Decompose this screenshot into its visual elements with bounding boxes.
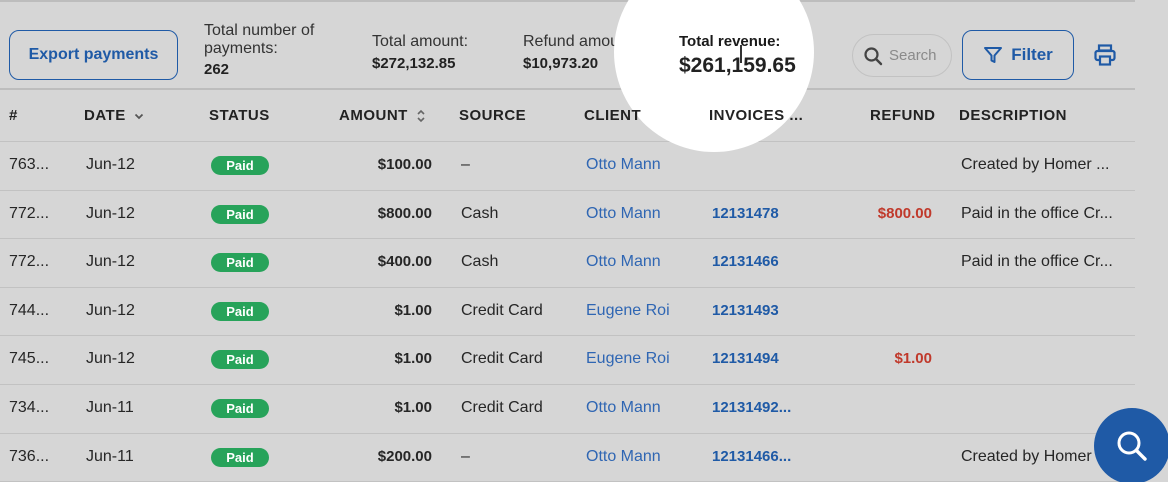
- client-link[interactable]: Otto Mann: [586, 399, 661, 417]
- help-search-fab[interactable]: [1094, 408, 1168, 482]
- cell-date: Jun-12: [86, 350, 135, 368]
- status-badge: Paid: [211, 398, 269, 418]
- stat-total-count: Total number of payments: 262: [204, 22, 344, 78]
- cell-date: Jun-12: [86, 204, 135, 222]
- column-header-date[interactable]: DATE: [84, 107, 144, 124]
- search-icon: [864, 46, 883, 65]
- cell-source: Cash: [461, 253, 499, 271]
- cell-description: Created by Homer ...: [961, 156, 1110, 173]
- table-row[interactable]: 736... Jun-11 Paid $200.00 – Otto Mann 1…: [0, 434, 1135, 482]
- stat-total-count-value: 262: [204, 61, 230, 78]
- search-box[interactable]: [852, 34, 952, 77]
- client-link[interactable]: Otto Mann: [586, 448, 661, 466]
- cell-id: 772...: [9, 204, 50, 222]
- invoice-link[interactable]: 12131466...: [712, 448, 791, 465]
- cell-description: Paid in the office Cr...: [961, 253, 1113, 271]
- invoice-link[interactable]: 12131478: [712, 205, 779, 222]
- cell-amount: $1.00: [394, 350, 432, 368]
- column-header-description[interactable]: DESCRIPTION: [959, 107, 1067, 124]
- cell-id: 736...: [9, 447, 50, 465]
- cell-id: 744...: [9, 301, 50, 319]
- table-row[interactable]: 744... Jun-12 Paid $1.00 Credit Card Eug…: [0, 288, 1135, 337]
- printer-icon: [1094, 44, 1116, 66]
- invoice-link[interactable]: 12131494: [712, 350, 779, 367]
- filter-button-label: Filter: [1011, 45, 1053, 64]
- stat-total-amount-label: Total amount:: [372, 33, 469, 50]
- invoice-link[interactable]: 12131492...: [712, 399, 791, 416]
- client-link[interactable]: Eugene Roi: [586, 350, 670, 368]
- status-badge: Paid: [211, 447, 269, 467]
- stat-total-count-label: Total number of payments:: [204, 22, 315, 57]
- table-row[interactable]: 772... Jun-12 Paid $400.00 Cash Otto Man…: [0, 239, 1135, 288]
- sort-icon: [417, 109, 425, 122]
- cell-source: –: [461, 156, 470, 173]
- column-header-status[interactable]: STATUS: [209, 107, 270, 124]
- search-input[interactable]: [889, 47, 949, 64]
- invoice-link[interactable]: 12131493: [712, 302, 779, 319]
- status-badge: Paid: [211, 156, 269, 175]
- cell-description: Created by Homer: [961, 447, 1092, 465]
- column-header-amount[interactable]: AMOUNT: [339, 107, 426, 124]
- cell-id: 734...: [9, 398, 50, 416]
- cell-amount: $100.00: [377, 156, 432, 173]
- stat-total-revenue: Total revenue: $261,159.65: [679, 33, 796, 78]
- stat-total-amount: Total amount: $272,132.85: [372, 33, 468, 72]
- cell-amount: $800.00: [377, 204, 432, 222]
- client-link[interactable]: Otto Mann: [586, 253, 661, 271]
- column-header-client[interactable]: CLIENT: [584, 107, 641, 124]
- payments-table: # DATE STATUS AMOUNT SOURCE CLIENT INVOI…: [0, 90, 1135, 482]
- export-payments-button[interactable]: Export payments: [9, 30, 178, 80]
- text-cursor: [740, 45, 742, 63]
- status-badge: Paid: [211, 253, 269, 273]
- table-row[interactable]: 745... Jun-12 Paid $1.00 Credit Card Eug…: [0, 336, 1135, 385]
- cell-id: 772...: [9, 253, 50, 271]
- search-icon: [1117, 431, 1147, 461]
- cell-date: Jun-11: [86, 398, 134, 416]
- table-row[interactable]: 772... Jun-12 Paid $800.00 Cash Otto Man…: [0, 191, 1135, 240]
- cell-date: Jun-12: [86, 301, 135, 319]
- cell-source: Cash: [461, 204, 499, 222]
- cell-amount: $1.00: [394, 398, 432, 416]
- column-header-refund[interactable]: REFUND: [870, 107, 936, 124]
- status-badge: Paid: [211, 350, 269, 370]
- cell-amount: $1.00: [394, 301, 432, 319]
- filter-icon: [984, 47, 1003, 63]
- table-row[interactable]: 734... Jun-11 Paid $1.00 Credit Card Ott…: [0, 385, 1135, 434]
- chevron-down-icon: [134, 113, 143, 119]
- payments-summary-bar: Export payments Total number of payments…: [0, 0, 1168, 152]
- cell-date: Jun-12: [86, 253, 135, 271]
- table-header: # DATE STATUS AMOUNT SOURCE CLIENT INVOI…: [0, 90, 1135, 142]
- status-badge: Paid: [211, 301, 269, 321]
- client-link[interactable]: Otto Mann: [586, 205, 661, 223]
- cell-refund: $800.00: [877, 204, 932, 222]
- status-badge: Paid: [211, 204, 269, 224]
- client-link[interactable]: Eugene Roi: [586, 302, 670, 320]
- cell-source: Credit Card: [461, 301, 543, 319]
- cell-source: –: [461, 447, 470, 465]
- filter-button[interactable]: Filter: [962, 30, 1074, 80]
- cell-amount: $200.00: [377, 447, 432, 465]
- cell-description: Paid in the office Cr...: [961, 204, 1113, 222]
- cell-source: Credit Card: [461, 350, 543, 368]
- cell-refund: $1.00: [894, 350, 932, 368]
- table-row[interactable]: 763... Jun-12 Paid $100.00 – Otto Mann C…: [0, 142, 1135, 191]
- column-header-source[interactable]: SOURCE: [459, 107, 526, 124]
- cell-amount: $400.00: [377, 253, 432, 271]
- print-button[interactable]: [1092, 42, 1118, 68]
- stat-total-revenue-label: Total revenue:: [679, 33, 781, 50]
- cell-date: Jun-11: [86, 447, 134, 465]
- stat-total-amount-value: $272,132.85: [372, 55, 456, 72]
- cell-source: Credit Card: [461, 398, 543, 416]
- stat-total-revenue-value: $261,159.65: [679, 54, 796, 77]
- cell-date: Jun-12: [86, 156, 135, 173]
- invoice-link[interactable]: 12131466: [712, 253, 779, 270]
- column-header-id[interactable]: #: [9, 107, 18, 124]
- client-link[interactable]: Otto Mann: [586, 156, 661, 174]
- cell-id: 763...: [9, 156, 50, 173]
- column-header-invoices[interactable]: INVOICES ...: [709, 107, 803, 124]
- cell-id: 745...: [9, 350, 50, 368]
